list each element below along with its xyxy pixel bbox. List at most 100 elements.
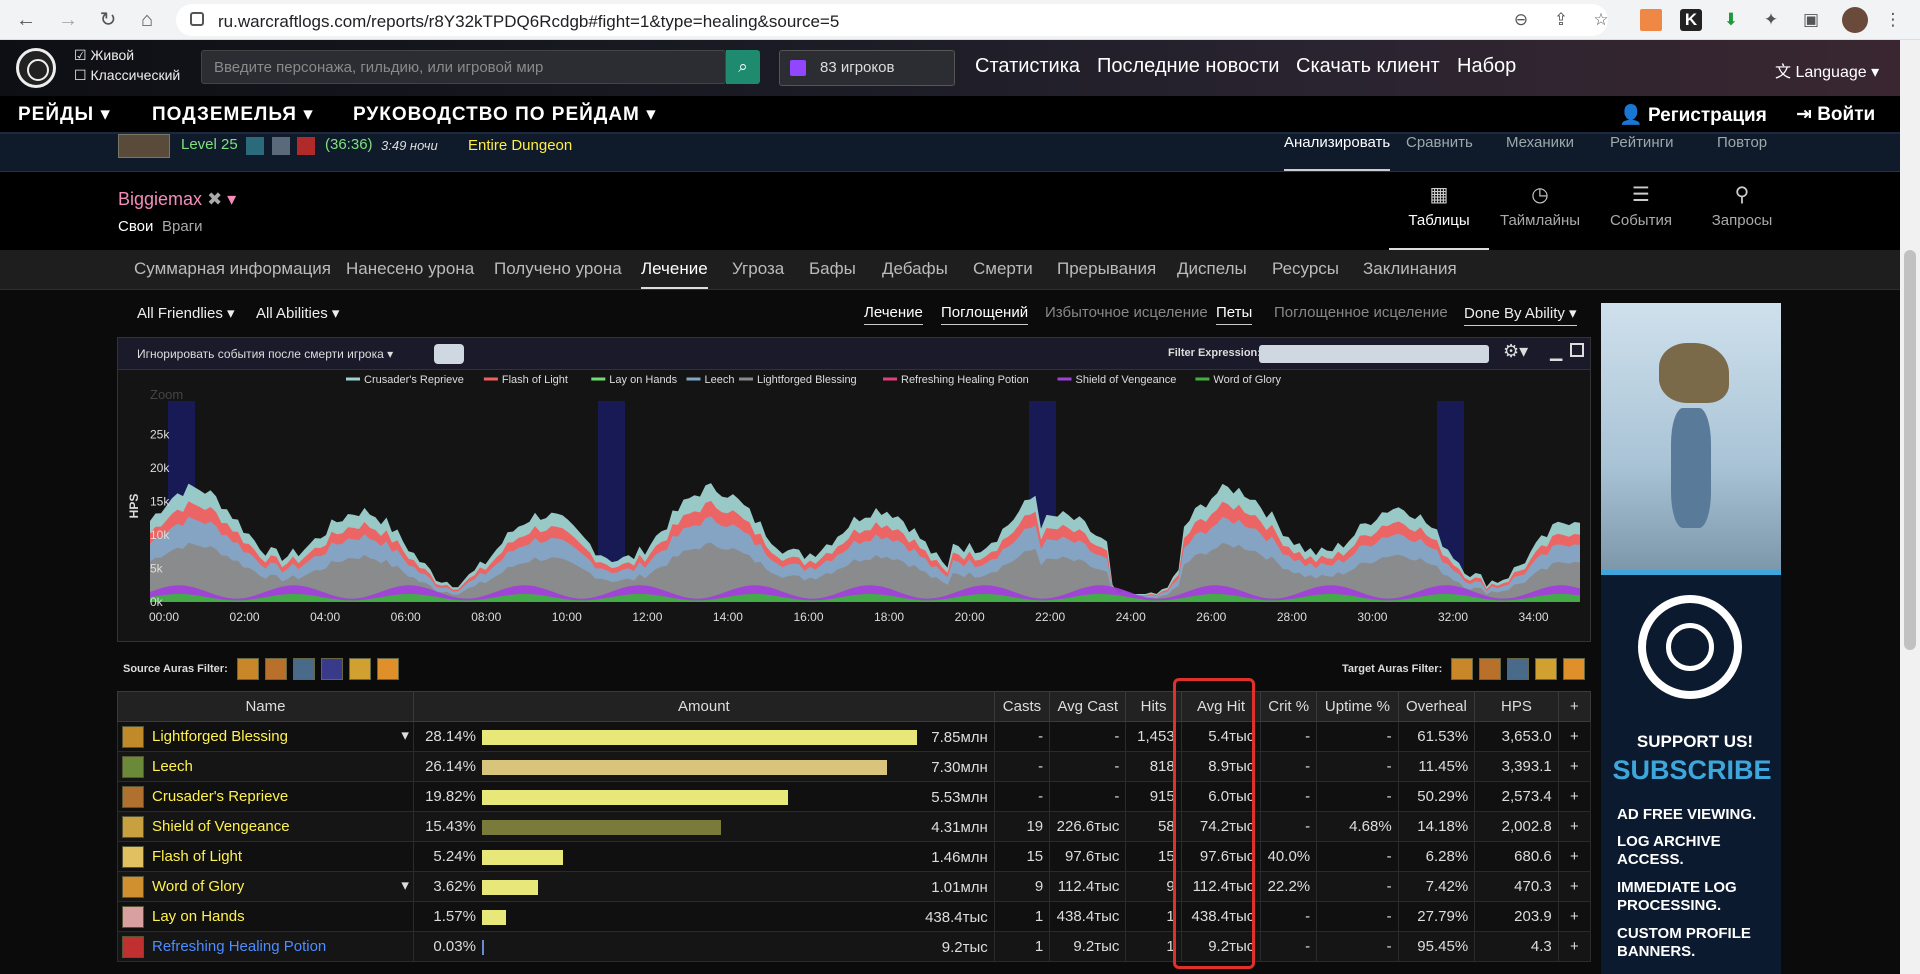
tab-replay[interactable]: Повтор bbox=[1717, 134, 1767, 151]
aura-icon[interactable] bbox=[376, 658, 399, 680]
aura-icon[interactable] bbox=[292, 658, 315, 680]
header-hps[interactable]: HPS bbox=[1474, 691, 1559, 722]
ability-name[interactable]: Word of Glory bbox=[152, 877, 244, 894]
live-checkbox[interactable]: ☑ Живой bbox=[74, 47, 134, 64]
ability-name[interactable]: Leech bbox=[152, 757, 193, 774]
register-button[interactable]: 👤 Регистрация bbox=[1619, 103, 1767, 127]
ability-name[interactable]: Flash of Light bbox=[152, 847, 242, 864]
classic-checkbox[interactable]: ☐ Классический bbox=[74, 67, 180, 84]
reload-icon[interactable]: ↻ bbox=[96, 8, 120, 32]
ignore-after-death-select[interactable]: Игнорировать события после смерти игрока… bbox=[137, 347, 393, 361]
header-hits[interactable]: Hits bbox=[1125, 691, 1182, 722]
ability-cell[interactable]: Lay on Hands bbox=[117, 901, 414, 932]
maximize-icon[interactable] bbox=[1570, 343, 1584, 357]
streamers-button[interactable]: 83 игроков стримят bbox=[779, 50, 955, 110]
ability-cell[interactable]: Lightforged Blessing ▾ bbox=[117, 721, 414, 752]
subtab-deaths[interactable]: Смерти bbox=[973, 259, 1033, 279]
aura-icon[interactable] bbox=[1479, 658, 1502, 680]
tab-rankings[interactable]: Рейтинги bbox=[1610, 134, 1673, 151]
minimize-icon[interactable]: ▁ bbox=[1550, 342, 1562, 362]
aura-icon[interactable] bbox=[320, 658, 343, 680]
ability-name[interactable]: Refreshing Healing Potion bbox=[152, 937, 326, 954]
view-tab-tables[interactable]: ▦ Таблицы bbox=[1389, 184, 1489, 250]
toggle-absorbs[interactable]: Поглощений bbox=[941, 304, 1029, 325]
subtab-summary[interactable]: Суммарная информация bbox=[134, 259, 331, 279]
sidepanel-icon[interactable]: ▣ bbox=[1800, 9, 1822, 31]
address-bar[interactable]: ru.warcraftlogs.com/reports/r8Y32kTPDQ6R… bbox=[176, 4, 1608, 36]
nav-dungeons[interactable]: ПОДЗЕМЕЛЬЯ ▾ bbox=[152, 103, 314, 126]
enemy-toggle[interactable]: Враги bbox=[162, 218, 203, 235]
subtab-resources[interactable]: Ресурсы bbox=[1272, 259, 1339, 279]
login-button[interactable]: ⇥ Войти bbox=[1796, 103, 1875, 126]
table-row[interactable]: Leech 26.14% 7.30млн - -818 8.9тыс - -11.45% 3,3… bbox=[117, 751, 1592, 782]
search-icon[interactable]: ⌕ bbox=[726, 50, 760, 84]
download-icon[interactable]: ⬇ bbox=[1720, 9, 1742, 31]
table-row[interactable]: Refreshing Healing Potion 0.03% 9.2тыс 1 9.2… bbox=[117, 931, 1592, 962]
toggle-overheal[interactable]: Избыточное исцеление bbox=[1045, 304, 1208, 321]
header-overheal[interactable]: Overheal bbox=[1397, 691, 1476, 722]
aura-icon[interactable] bbox=[1535, 658, 1558, 680]
add-row-button[interactable]: + bbox=[1557, 781, 1592, 812]
page-scrollbar[interactable] bbox=[1900, 40, 1920, 974]
aura-icon[interactable] bbox=[264, 658, 287, 680]
aura-icon[interactable] bbox=[1507, 658, 1530, 680]
extension-flag-icon[interactable] bbox=[1640, 9, 1662, 31]
search-input[interactable]: Введите персонажа, гильдию, или игровой … bbox=[201, 50, 726, 84]
subtab-healing[interactable]: Лечение bbox=[641, 259, 708, 289]
ability-cell[interactable]: Flash of Light bbox=[117, 841, 414, 872]
done-by-select[interactable]: Done By Ability ▾ bbox=[1464, 304, 1577, 326]
add-row-button[interactable]: + bbox=[1557, 901, 1592, 932]
friendlies-select[interactable]: All Friendlies ▾ bbox=[137, 304, 235, 322]
ability-name[interactable]: Lay on Hands bbox=[152, 907, 245, 924]
nav-download[interactable]: Скачать клиент bbox=[1296, 55, 1440, 78]
expand-caret-icon[interactable]: ▾ bbox=[401, 876, 409, 894]
subtab-damage-done[interactable]: Нанесено урона bbox=[346, 259, 474, 279]
healing-area-chart[interactable]: Crusader's Reprieve Flash of Light Lay on … bbox=[118, 371, 1590, 641]
gear-icon[interactable]: ⚙▾ bbox=[1503, 341, 1528, 362]
share-icon[interactable]: ⇪ bbox=[1550, 9, 1572, 31]
subtab-dispels[interactable]: Диспелы bbox=[1177, 259, 1247, 279]
ability-cell[interactable]: Shield of Vengeance bbox=[117, 811, 414, 842]
subtab-interrupts[interactable]: Прерывания bbox=[1057, 259, 1156, 279]
table-row[interactable]: Lightforged Blessing ▾ 28.14% 7.85млн - -1,45… bbox=[117, 721, 1592, 752]
nav-raid-guide[interactable]: РУКОВОДСТВО ПО РЕЙДАМ ▾ bbox=[353, 103, 657, 126]
header-uptime[interactable]: Uptime % bbox=[1316, 691, 1399, 722]
nav-raids[interactable]: РЕЙДЫ ▾ bbox=[18, 103, 111, 126]
profile-avatar[interactable] bbox=[1842, 7, 1868, 33]
ability-name[interactable]: Lightforged Blessing bbox=[152, 727, 288, 744]
nav-news[interactable]: Последние новости bbox=[1097, 55, 1279, 78]
extension-k-icon[interactable]: K bbox=[1680, 9, 1702, 31]
scrollbar-thumb[interactable] bbox=[1904, 250, 1916, 650]
add-row-button[interactable]: + bbox=[1557, 751, 1592, 782]
subtab-buffs[interactable]: Бафы bbox=[809, 259, 856, 279]
extensions-icon[interactable]: ✦ bbox=[1760, 9, 1782, 31]
expand-caret-icon[interactable]: ▾ bbox=[401, 726, 409, 744]
table-row[interactable]: Word of Glory ▾ 3.62% 1.01млн 9 112.4тыс 9 112.… bbox=[117, 871, 1592, 902]
toggle-healing[interactable]: Лечение bbox=[864, 304, 923, 325]
add-row-button[interactable]: + bbox=[1557, 871, 1592, 902]
star-icon[interactable]: ☆ bbox=[1590, 9, 1612, 31]
forward-icon[interactable]: → bbox=[56, 8, 80, 32]
toggle-absorbed-healing[interactable]: Поглощенное исцеление bbox=[1274, 304, 1448, 321]
filter-expression-input[interactable] bbox=[1259, 345, 1489, 363]
nav-recruit[interactable]: Набор bbox=[1457, 55, 1516, 78]
aura-icon[interactable] bbox=[236, 658, 259, 680]
subtab-debuffs[interactable]: Дебафы bbox=[882, 259, 948, 279]
add-row-button[interactable]: + bbox=[1557, 811, 1592, 842]
nav-statistics[interactable]: Статистика bbox=[975, 55, 1080, 78]
menu-icon[interactable]: ⋮ bbox=[1882, 9, 1904, 31]
back-icon[interactable]: ← bbox=[14, 8, 38, 32]
aura-icon[interactable] bbox=[1563, 658, 1586, 680]
header-avg-hit[interactable]: Avg Hit bbox=[1180, 691, 1262, 722]
abilities-select[interactable]: All Abilities ▾ bbox=[256, 304, 339, 322]
subscribe-ad[interactable]: SUPPORT US! SUBSCRIBE AD FREE VIEWING. L… bbox=[1601, 303, 1781, 974]
header-casts[interactable]: Casts bbox=[993, 691, 1051, 722]
header-name[interactable]: Name bbox=[117, 691, 414, 722]
table-row[interactable]: Shield of Vengeance 15.43% 4.31млн 19 226.6т… bbox=[117, 811, 1592, 842]
view-tab-timelines[interactable]: ◷ Таймлайны bbox=[1490, 184, 1590, 229]
fight-name[interactable]: Entire Dungeon bbox=[468, 137, 572, 154]
header-add[interactable]: + bbox=[1557, 691, 1592, 722]
toggle-pets[interactable]: Петы bbox=[1216, 304, 1253, 325]
subtab-casts[interactable]: Заклинания bbox=[1363, 259, 1457, 279]
view-tab-queries[interactable]: ⚲ Запросы bbox=[1692, 184, 1792, 229]
